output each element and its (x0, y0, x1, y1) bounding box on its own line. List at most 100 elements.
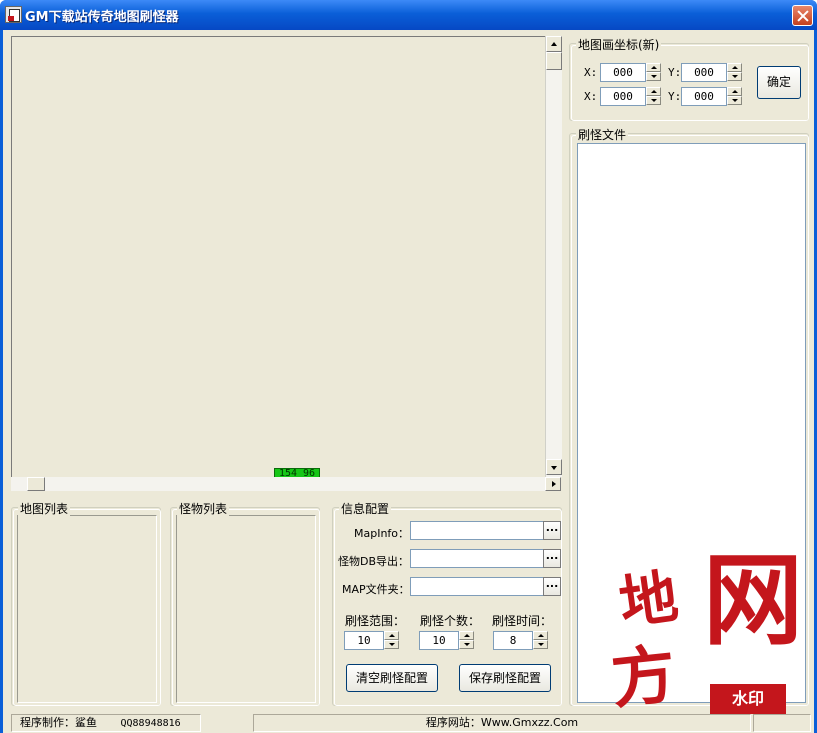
x1-stepper[interactable]: 000 (600, 63, 662, 82)
arrow-right-icon (552, 481, 556, 487)
x1-label: X: (584, 66, 598, 79)
count-input[interactable]: 10 (419, 631, 459, 650)
map-list-legend: 地图列表 (18, 500, 71, 517)
map-folder-field[interactable] (410, 577, 544, 596)
arrow-down-icon (389, 643, 395, 646)
map-list-box[interactable] (17, 515, 157, 703)
arrow-up-icon (551, 42, 557, 46)
status-empty-panel (753, 714, 811, 732)
watermark-char-3: 方 (607, 636, 680, 719)
status-qq: QQ88948816 (120, 718, 181, 729)
arrow-up-icon (464, 634, 470, 637)
map-list-group: 地图列表 (11, 500, 161, 706)
x1-down-button[interactable] (646, 72, 661, 81)
arrow-up-icon (732, 90, 738, 93)
time-input[interactable]: 8 (493, 631, 533, 650)
range-up-button[interactable] (384, 631, 399, 640)
arrow-up-icon (389, 634, 395, 637)
arrow-down-icon (651, 75, 657, 78)
time-up-button[interactable] (533, 631, 548, 640)
save-config-button[interactable]: 保存刷怪配置 (459, 664, 551, 692)
scroll-right-button[interactable] (545, 477, 561, 491)
x1-input[interactable]: 000 (600, 63, 646, 82)
x2-label: X: (584, 90, 598, 103)
range-stepper[interactable]: 10 (344, 631, 400, 650)
y1-label: Y: (668, 66, 682, 79)
y2-label: Y: (668, 90, 682, 103)
y1-stepper[interactable]: 000 (681, 63, 743, 82)
arrow-up-icon (651, 90, 657, 93)
arrow-up-icon (732, 66, 738, 69)
count-stepper[interactable]: 10 (419, 631, 475, 650)
mapinfo-label: MapInfo： (354, 527, 410, 540)
range-down-button[interactable] (384, 640, 399, 649)
status-website-panel: 程序网站：Www.Gmxzz.Com (253, 714, 751, 732)
arrow-down-icon (551, 466, 557, 470)
coord-group: 地图画坐标(新) X: 000 Y: 000 X: 000 Y: 000 确定 (569, 36, 809, 121)
scroll-down-button[interactable] (546, 459, 562, 475)
arrow-down-icon (651, 99, 657, 102)
x2-up-button[interactable] (646, 87, 661, 96)
y2-input[interactable]: 000 (681, 87, 727, 106)
arrow-up-icon (651, 66, 657, 69)
arrow-down-icon (732, 75, 738, 78)
y1-input[interactable]: 000 (681, 63, 727, 82)
monster-db-field[interactable] (410, 549, 544, 568)
arrow-down-icon (538, 643, 544, 646)
mapinfo-field[interactable] (410, 521, 544, 540)
map-vertical-scrollbar[interactable] (545, 36, 562, 477)
app-icon (5, 6, 22, 23)
x2-stepper[interactable]: 000 (600, 87, 662, 106)
client-area: 154 96 地图画坐标(新) X: 000 Y: 000 X: 000 Y: … (3, 30, 814, 733)
x2-input[interactable]: 000 (600, 87, 646, 106)
scroll-up-button[interactable] (546, 36, 562, 52)
map-folder-browse-button[interactable]: ... (543, 577, 561, 596)
mapinfo-browse-button[interactable]: ... (543, 521, 561, 540)
window-title: GM下载站传奇地图刷怪器 (25, 10, 179, 25)
arrow-down-icon (464, 643, 470, 646)
range-label: 刷怪范围： (345, 614, 406, 628)
monster-list-legend: 怪物列表 (177, 500, 230, 517)
map-canvas[interactable]: 154 96 (11, 36, 545, 480)
x1-up-button[interactable] (646, 63, 661, 72)
y2-up-button[interactable] (727, 87, 742, 96)
status-bar: 程序制作：鲨鱼 QQ88948816 程序网站：Www.Gmxzz.Com (3, 712, 814, 733)
monster-list-group: 怪物列表 (170, 500, 320, 706)
coord-group-legend: 地图画坐标(新) (576, 36, 662, 53)
vertical-scroll-thumb[interactable] (546, 52, 562, 70)
scroll-corner (545, 477, 562, 491)
monster-list-box[interactable] (176, 515, 316, 703)
app-window: GM下载站传奇地图刷怪器 154 96 地图画坐标(新) X: 000 Y: 0… (0, 0, 817, 733)
confirm-button[interactable]: 确定 (757, 66, 801, 99)
title-bar: GM下载站传奇地图刷怪器 (0, 0, 817, 30)
y2-stepper[interactable]: 000 (681, 87, 743, 106)
time-label: 刷怪时间： (492, 614, 553, 628)
y2-down-button[interactable] (727, 96, 742, 105)
watermark-stamp: 水印 (710, 684, 786, 714)
monster-db-browse-button[interactable]: ... (543, 549, 561, 568)
info-config-group: 信息配置 MapInfo： ... 怪物DB导出： ... MAP文件夹： ..… (332, 500, 562, 706)
arrow-up-icon (538, 634, 544, 637)
watermark-char-2: 网 (703, 541, 803, 659)
count-label: 刷怪个数： (420, 614, 481, 628)
count-down-button[interactable] (459, 640, 474, 649)
time-stepper[interactable]: 8 (493, 631, 549, 650)
spawn-file-group-legend: 刷怪文件 (576, 126, 629, 143)
y1-up-button[interactable] (727, 63, 742, 72)
horizontal-scroll-thumb[interactable] (27, 477, 45, 491)
count-up-button[interactable] (459, 631, 474, 640)
info-config-legend: 信息配置 (339, 500, 392, 517)
x2-down-button[interactable] (646, 96, 661, 105)
map-horizontal-scrollbar[interactable] (11, 477, 545, 491)
y1-down-button[interactable] (727, 72, 742, 81)
close-button[interactable] (792, 5, 813, 26)
time-down-button[interactable] (533, 640, 548, 649)
status-website: 程序网站：Www.Gmxzz.Com (425, 716, 579, 729)
clear-config-button[interactable]: 清空刷怪配置 (346, 664, 438, 692)
range-input[interactable]: 10 (344, 631, 384, 650)
status-author: 程序制作：鲨鱼 (20, 716, 97, 729)
map-folder-label: MAP文件夹： (342, 583, 410, 596)
arrow-down-icon (732, 99, 738, 102)
monster-db-label: 怪物DB导出： (338, 555, 410, 568)
status-author-panel: 程序制作：鲨鱼 QQ88948816 (11, 714, 201, 732)
